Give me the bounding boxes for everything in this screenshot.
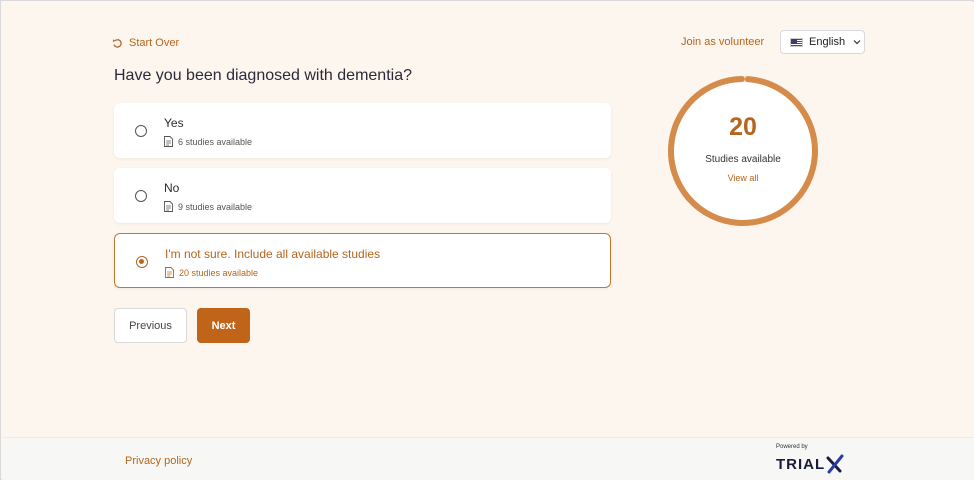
start-over-label: Start Over bbox=[129, 37, 180, 49]
studies-count: 20 bbox=[729, 113, 757, 141]
option-count-text: 20 studies available bbox=[179, 267, 259, 278]
option-yes[interactable]: Yes 6 studies available bbox=[114, 103, 611, 158]
powered-by-label: Powered by bbox=[776, 444, 808, 450]
language-label: English bbox=[809, 36, 846, 48]
radio-button[interactable] bbox=[135, 190, 147, 202]
option-label: No bbox=[164, 181, 180, 195]
language-dropdown[interactable]: English bbox=[780, 30, 865, 54]
view-all-link[interactable]: View all bbox=[667, 173, 819, 183]
footer: Privacy policy Powered by TRIAL bbox=[2, 437, 974, 480]
rotate-ccw-icon bbox=[112, 38, 122, 48]
radio-button[interactable] bbox=[135, 125, 147, 137]
option-label: I'm not sure. Include all available stud… bbox=[165, 247, 381, 261]
progress-ring bbox=[668, 76, 818, 226]
brand-text: TRIAL bbox=[776, 455, 826, 473]
option-study-count: 9 studies available bbox=[164, 201, 252, 212]
question-title: Have you been diagnosed with dementia? bbox=[114, 67, 412, 84]
option-study-count: 6 studies available bbox=[164, 136, 252, 147]
document-icon bbox=[165, 267, 174, 278]
document-icon bbox=[164, 136, 173, 147]
join-as-volunteer-link[interactable]: Join as volunteer bbox=[681, 36, 764, 48]
x-mark-icon bbox=[826, 454, 844, 474]
us-flag-icon bbox=[790, 37, 803, 47]
studies-label: Studies available bbox=[705, 154, 781, 165]
option-count-text: 6 studies available bbox=[178, 136, 253, 147]
document-icon bbox=[164, 201, 173, 212]
next-button[interactable]: Next bbox=[197, 308, 250, 343]
page-frame: Start Over Join as volunteer English Hav… bbox=[0, 0, 974, 480]
option-study-count: 20 studies available bbox=[165, 267, 258, 278]
privacy-policy-link[interactable]: Privacy policy bbox=[125, 455, 192, 467]
previous-button[interactable]: Previous bbox=[114, 308, 187, 343]
studies-summary-ring: 20 Studies available View all bbox=[667, 75, 819, 227]
radio-button-selected[interactable] bbox=[136, 256, 148, 268]
trialx-logo: TRIAL bbox=[776, 454, 844, 474]
option-count-text: 9 studies available bbox=[178, 201, 253, 212]
main-area: Start Over Join as volunteer English Hav… bbox=[2, 2, 974, 437]
chevron-down-icon bbox=[853, 40, 861, 45]
option-no[interactable]: No 9 studies available bbox=[114, 168, 611, 223]
start-over-link[interactable]: Start Over bbox=[112, 35, 179, 51]
option-not-sure[interactable]: I'm not sure. Include all available stud… bbox=[114, 233, 611, 288]
option-label: Yes bbox=[164, 116, 184, 130]
